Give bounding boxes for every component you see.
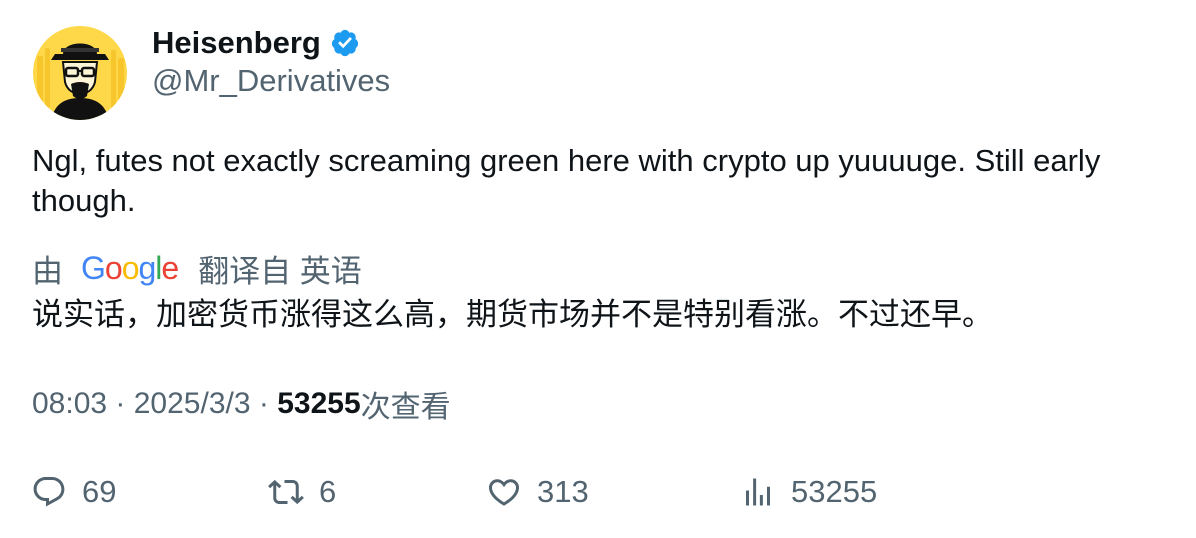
avatar[interactable]: [33, 26, 127, 120]
author-handle[interactable]: @Mr_Derivatives: [152, 62, 390, 100]
google-logo-letter: e: [161, 249, 179, 286]
translation-prefix: 由: [32, 253, 63, 289]
author-name-row: Heisenberg: [152, 24, 360, 62]
google-logo[interactable]: Google: [81, 249, 179, 287]
meta-separator: ·: [250, 387, 278, 420]
heisenberg-avatar-icon: [33, 26, 127, 120]
tweet-time[interactable]: 08:03: [32, 387, 107, 421]
reply-count: 69: [82, 474, 117, 509]
views-action-count: 53255: [791, 474, 878, 509]
views-label: 次查看: [360, 391, 451, 424]
google-logo-letter: G: [81, 249, 106, 286]
google-logo-letter: g: [138, 249, 156, 286]
author-display-name[interactable]: Heisenberg: [152, 24, 321, 62]
reply-button[interactable]: 69: [31, 470, 116, 514]
google-logo-letter: o: [104, 249, 123, 286]
analytics-icon: [740, 474, 776, 510]
tweet-meta: 08:03 · 2025/3/3 · 53255 次查看: [32, 382, 451, 426]
reply-icon: [31, 474, 67, 510]
translated-text: 说实话，加密货币涨得这么高，期货市场并不是特别看涨。不过还早。: [32, 297, 993, 332]
meta-separator: ·: [107, 387, 134, 420]
retweet-count: 6: [319, 474, 337, 509]
heart-icon: [486, 474, 522, 510]
views-count: 53255: [277, 387, 361, 420]
retweet-button[interactable]: 6: [268, 470, 336, 514]
verified-badge-icon[interactable]: [330, 28, 360, 58]
google-logo-text: Google: [81, 249, 179, 286]
like-button[interactable]: 313: [486, 470, 589, 514]
like-count: 313: [537, 474, 589, 509]
translation-suffix[interactable]: 翻译自 英语: [198, 246, 362, 291]
google-logo-letter: o: [121, 249, 140, 286]
translation-attribution: 由 Google 翻译自 英语: [32, 246, 362, 290]
views-button[interactable]: 53255: [740, 470, 877, 514]
retweet-icon: [268, 474, 304, 510]
tweet-text: Ngl, futes not exactly screaming green h…: [32, 143, 1101, 218]
tweet-date[interactable]: 2025/3/3: [134, 387, 251, 421]
